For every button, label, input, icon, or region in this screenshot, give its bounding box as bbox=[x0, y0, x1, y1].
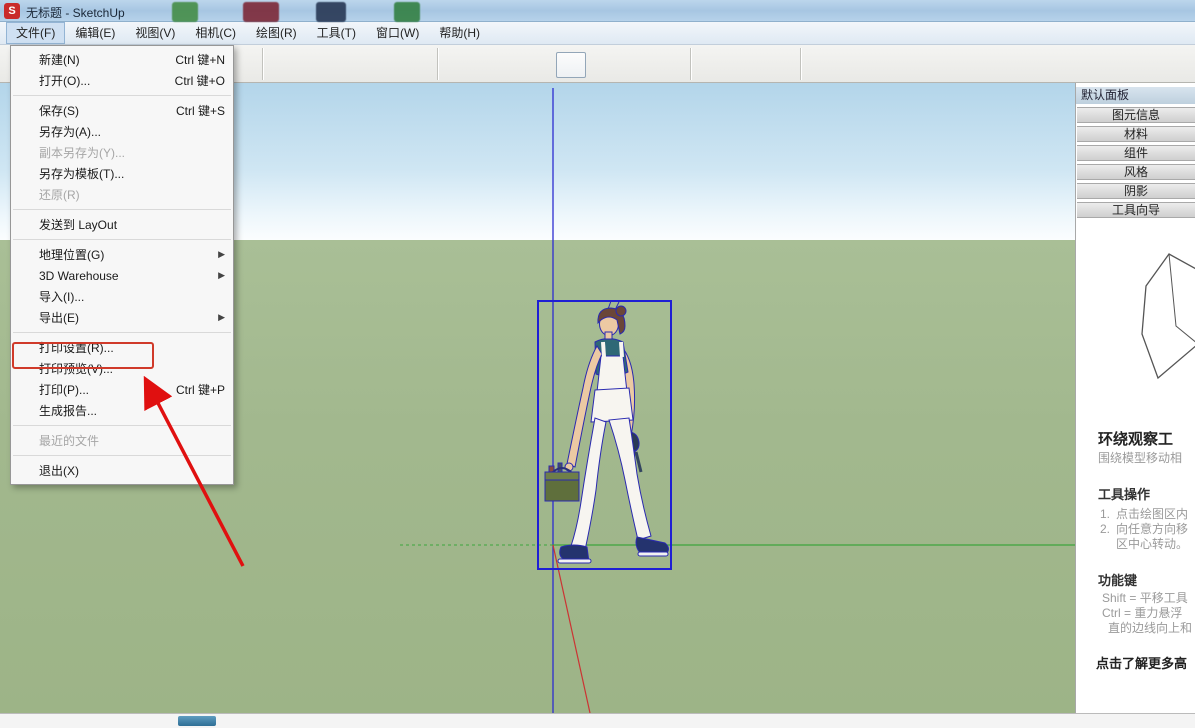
tray-entity-info[interactable]: 图元信息 bbox=[1077, 107, 1195, 123]
menu-help[interactable]: 帮助(H) bbox=[429, 22, 490, 44]
menu-item-save[interactable]: 保存(S)Ctrl 键+S bbox=[11, 100, 233, 121]
menu-separator bbox=[13, 425, 231, 426]
status-bar bbox=[0, 713, 1195, 728]
menu-item-exit[interactable]: 退出(X) bbox=[11, 460, 233, 481]
menu-item-print[interactable]: 打印(P)...Ctrl 键+P bbox=[11, 379, 233, 400]
menu-camera[interactable]: 相机(C) bbox=[185, 22, 246, 44]
instructor-title: 环绕观察工 bbox=[1098, 428, 1173, 449]
menu-separator bbox=[13, 239, 231, 240]
desktop-icon-blob bbox=[316, 2, 346, 22]
shortcut: Ctrl 键+N bbox=[175, 51, 225, 68]
menu-file[interactable]: 文件(F) bbox=[6, 22, 65, 44]
active-tool-button[interactable] bbox=[556, 52, 586, 78]
menu-item-send-to-layout[interactable]: 发送到 LayOut bbox=[11, 214, 233, 235]
learn-more-link[interactable]: 点击了解更多高 bbox=[1096, 653, 1187, 672]
menu-separator bbox=[13, 209, 231, 210]
desktop-icon-blob bbox=[172, 2, 198, 22]
step-number: 2. bbox=[1100, 522, 1116, 536]
person-component-figure[interactable] bbox=[537, 300, 672, 570]
window-title: 无标题 - SketchUp bbox=[26, 4, 125, 21]
instructor-section-keys: 功能键 bbox=[1098, 570, 1137, 589]
tray-styles[interactable]: 风格 bbox=[1077, 164, 1195, 180]
desktop-icon-blob bbox=[243, 2, 279, 22]
menu-item-geo-location[interactable]: 地理位置(G)▶ bbox=[11, 244, 233, 265]
menu-separator bbox=[13, 455, 231, 456]
menu-item-save-as[interactable]: 另存为(A)... bbox=[11, 121, 233, 142]
default-tray-panel: 默认面板 图元信息 材料 组件 风格 阴影 工具向导 环绕观察工 围绕模型移动相… bbox=[1075, 83, 1195, 713]
step-text: 向任意方向移 bbox=[1116, 522, 1188, 536]
instructor-step: 区中心转动。 bbox=[1116, 535, 1188, 552]
menu-item-save-copy-as[interactable]: 副本另存为(Y)... bbox=[11, 142, 233, 163]
menu-window[interactable]: 窗口(W) bbox=[366, 22, 429, 44]
menu-view[interactable]: 视图(V) bbox=[125, 22, 185, 44]
submenu-arrow-icon: ▶ bbox=[218, 312, 225, 323]
instructor-section-operations: 工具操作 bbox=[1098, 484, 1150, 503]
menu-item-revert[interactable]: 还原(R) bbox=[11, 184, 233, 205]
menu-item-import[interactable]: 导入(I)... bbox=[11, 286, 233, 307]
menu-draw[interactable]: 绘图(R) bbox=[246, 22, 307, 44]
menu-item-save-as-template[interactable]: 另存为模板(T)... bbox=[11, 163, 233, 184]
tray-materials[interactable]: 材料 bbox=[1077, 126, 1195, 142]
shortcut: Ctrl 键+P bbox=[176, 381, 225, 398]
toolbar-separator bbox=[800, 48, 801, 80]
shortcut: Ctrl 键+S bbox=[176, 102, 225, 119]
step-text: 点击绘图区内 bbox=[1116, 507, 1188, 521]
menu-item-recent-files[interactable]: 最近的文件 bbox=[11, 430, 233, 451]
desktop-icon-blob bbox=[394, 2, 420, 22]
menu-item-open[interactable]: 打开(O)...Ctrl 键+O bbox=[11, 70, 233, 91]
menu-bar: 文件(F) 编辑(E) 视图(V) 相机(C) 绘图(R) 工具(T) 窗口(W… bbox=[0, 22, 1195, 45]
status-widget bbox=[178, 716, 216, 726]
submenu-arrow-icon: ▶ bbox=[218, 270, 225, 281]
menu-edit[interactable]: 编辑(E) bbox=[65, 22, 125, 44]
tray-shadows[interactable]: 阴影 bbox=[1077, 183, 1195, 199]
menu-item-export[interactable]: 导出(E)▶ bbox=[11, 307, 233, 328]
toolbar-separator bbox=[437, 48, 438, 80]
step-number: 1. bbox=[1100, 507, 1116, 521]
file-dropdown-menu: 新建(N)Ctrl 键+N 打开(O)...Ctrl 键+O 保存(S)Ctrl… bbox=[10, 45, 234, 485]
sketchup-app-icon: S bbox=[4, 3, 20, 19]
instructor-key: 直的边线向上和 bbox=[1108, 619, 1192, 636]
menu-separator bbox=[13, 95, 231, 96]
step-text: 区中心转动。 bbox=[1116, 537, 1188, 551]
toolbar-separator bbox=[262, 48, 263, 80]
shortcut: Ctrl 键+O bbox=[175, 72, 225, 89]
menu-tools[interactable]: 工具(T) bbox=[307, 22, 366, 44]
tray-components[interactable]: 组件 bbox=[1077, 145, 1195, 161]
orbit-tool-sketch bbox=[1136, 248, 1195, 383]
submenu-arrow-icon: ▶ bbox=[218, 249, 225, 260]
tray-instructor[interactable]: 工具向导 bbox=[1077, 202, 1195, 218]
panel-header: 默认面板 bbox=[1076, 87, 1195, 104]
toolbar-separator bbox=[690, 48, 691, 80]
menu-item-generate-report[interactable]: 生成报告... bbox=[11, 400, 233, 421]
title-bar: S 无标题 - SketchUp bbox=[0, 0, 1195, 22]
menu-item-new[interactable]: 新建(N)Ctrl 键+N bbox=[11, 49, 233, 70]
menu-separator bbox=[13, 332, 231, 333]
menu-item-3d-warehouse[interactable]: 3D Warehouse▶ bbox=[11, 265, 233, 286]
annotation-highlight-box bbox=[12, 342, 154, 369]
instructor-subtitle: 围绕模型移动相 bbox=[1098, 449, 1182, 466]
